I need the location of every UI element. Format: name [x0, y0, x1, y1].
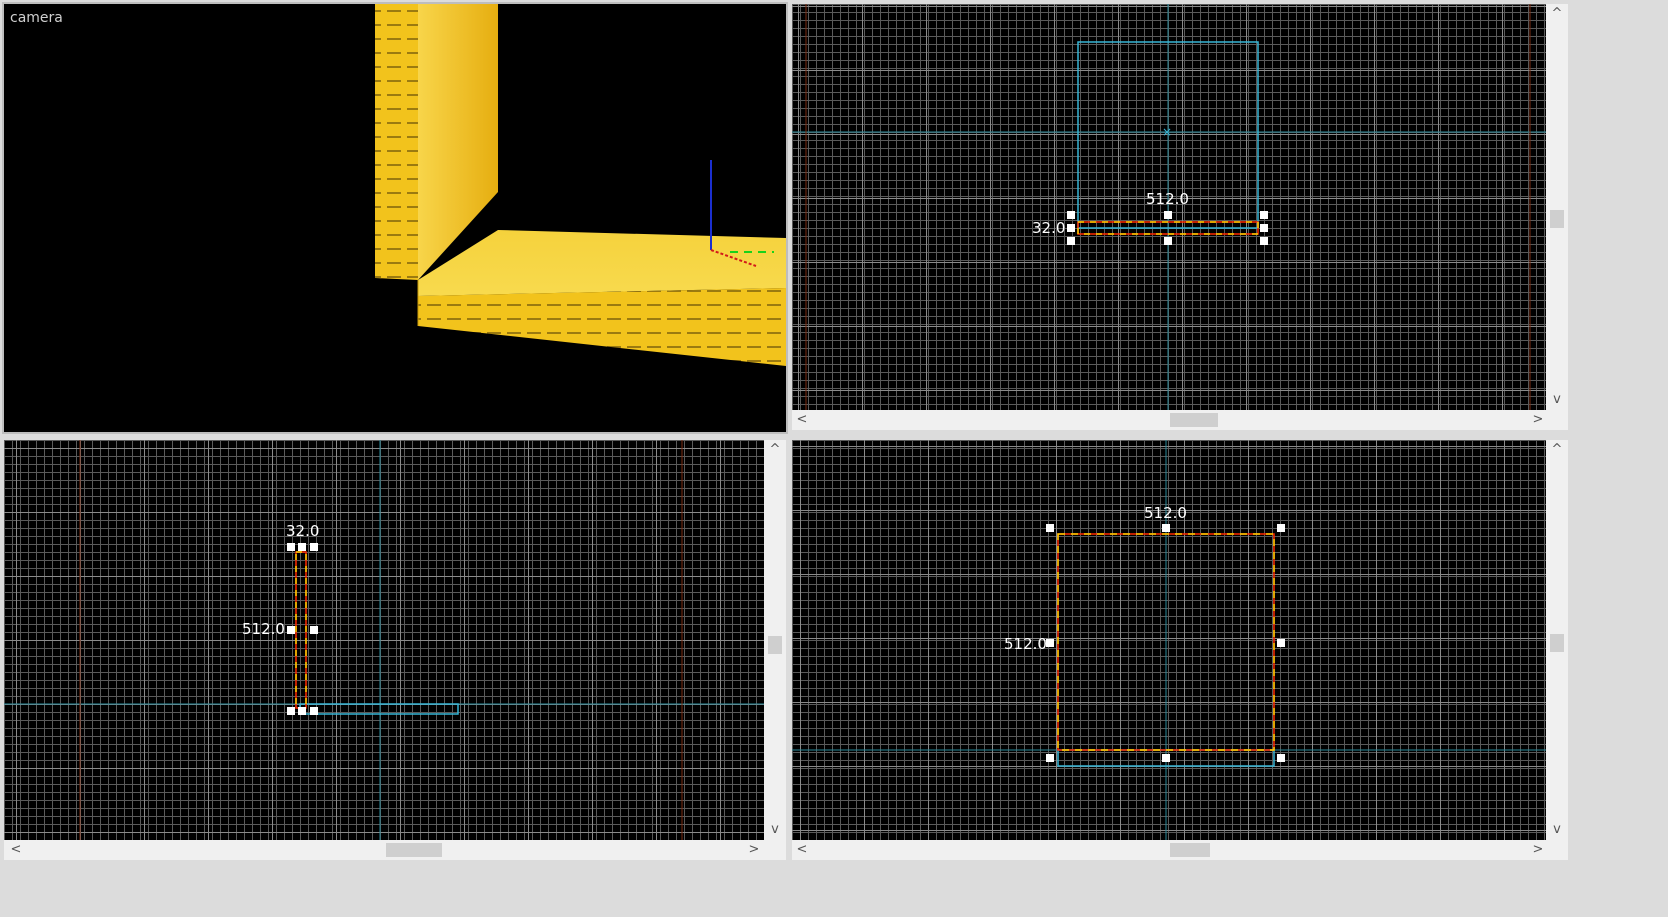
- bottom-left-vscroll[interactable]: ^ v: [764, 440, 786, 840]
- bottom-left-viewport[interactable]: 32.0 512.0: [4, 440, 764, 840]
- handle-bl[interactable]: [287, 707, 295, 715]
- bottom-left-hscroll[interactable]: < >: [4, 840, 786, 860]
- handle-tr[interactable]: [310, 543, 318, 551]
- scroll-up-icon[interactable]: ^: [767, 442, 783, 458]
- handle-tm[interactable]: [1162, 524, 1170, 532]
- scroll-down-icon[interactable]: v: [1549, 822, 1565, 838]
- handle-tm[interactable]: [298, 543, 306, 551]
- handle-mr[interactable]: [1277, 639, 1285, 647]
- handle-bm[interactable]: [1162, 754, 1170, 762]
- handle-ml[interactable]: [287, 626, 295, 634]
- selected-brush: [295, 551, 307, 709]
- bottom-left-height-label: 512.0: [242, 620, 285, 638]
- handle-tm[interactable]: [1164, 211, 1172, 219]
- scroll-left-icon[interactable]: <: [794, 412, 810, 428]
- scroll-right-icon[interactable]: >: [746, 842, 762, 858]
- scroll-down-icon[interactable]: v: [767, 822, 783, 838]
- bottom-left-geometry: [4, 440, 764, 840]
- handle-br[interactable]: [1277, 754, 1285, 762]
- bottom-right-hscroll[interactable]: < >: [792, 840, 1568, 860]
- handle-bl[interactable]: [1067, 237, 1075, 245]
- bottom-right-width-label: 512.0: [1144, 504, 1187, 522]
- handle-mr[interactable]: [1260, 224, 1268, 232]
- scroll-thumb[interactable]: [1170, 413, 1218, 427]
- bottom-right-height-label: 512.0: [1004, 635, 1047, 653]
- scroll-left-icon[interactable]: <: [794, 842, 810, 858]
- scroll-thumb[interactable]: [1550, 634, 1564, 652]
- scroll-thumb[interactable]: [1550, 210, 1564, 228]
- camera-frame: [2, 2, 788, 434]
- handle-bm[interactable]: [298, 707, 306, 715]
- handle-tl[interactable]: [1067, 211, 1075, 219]
- scroll-thumb[interactable]: [768, 636, 782, 654]
- handle-br[interactable]: [310, 707, 318, 715]
- scroll-up-icon[interactable]: ^: [1549, 6, 1565, 22]
- scroll-thumb[interactable]: [386, 843, 442, 857]
- scroll-down-icon[interactable]: v: [1549, 392, 1565, 408]
- handle-tl[interactable]: [1046, 524, 1054, 532]
- scroll-right-icon[interactable]: >: [1530, 412, 1546, 428]
- scroll-left-icon[interactable]: <: [8, 842, 24, 858]
- handle-bm[interactable]: [1164, 237, 1172, 245]
- top-right-height-label: 32.0: [1032, 219, 1066, 237]
- cyan-brush-outline: [299, 703, 459, 715]
- bottom-left-width-label: 32.0: [286, 522, 320, 540]
- top-right-vscroll[interactable]: ^ v: [1546, 4, 1568, 410]
- scroll-right-icon[interactable]: >: [1530, 842, 1546, 858]
- handle-tr[interactable]: [1277, 524, 1285, 532]
- bottom-right-geometry: [792, 440, 1546, 840]
- handle-tl[interactable]: [287, 543, 295, 551]
- top-right-width-label: 512.0: [1146, 190, 1189, 208]
- status-strip: [0, 860, 1668, 917]
- handle-tr[interactable]: [1260, 211, 1268, 219]
- bottom-right-viewport[interactable]: 512.0 512.0: [792, 440, 1546, 840]
- svg-text:×: ×: [1162, 125, 1172, 139]
- handle-br[interactable]: [1260, 237, 1268, 245]
- handle-ml[interactable]: [1046, 639, 1054, 647]
- handle-ml[interactable]: [1067, 224, 1075, 232]
- scroll-up-icon[interactable]: ^: [1549, 442, 1565, 458]
- handle-mr[interactable]: [310, 626, 318, 634]
- bottom-right-vscroll[interactable]: ^ v: [1546, 440, 1568, 840]
- handle-bl[interactable]: [1046, 754, 1054, 762]
- top-right-hscroll[interactable]: < >: [792, 410, 1568, 430]
- top-right-viewport[interactable]: × 512.0 32.0: [792, 4, 1546, 410]
- scroll-thumb[interactable]: [1170, 843, 1210, 857]
